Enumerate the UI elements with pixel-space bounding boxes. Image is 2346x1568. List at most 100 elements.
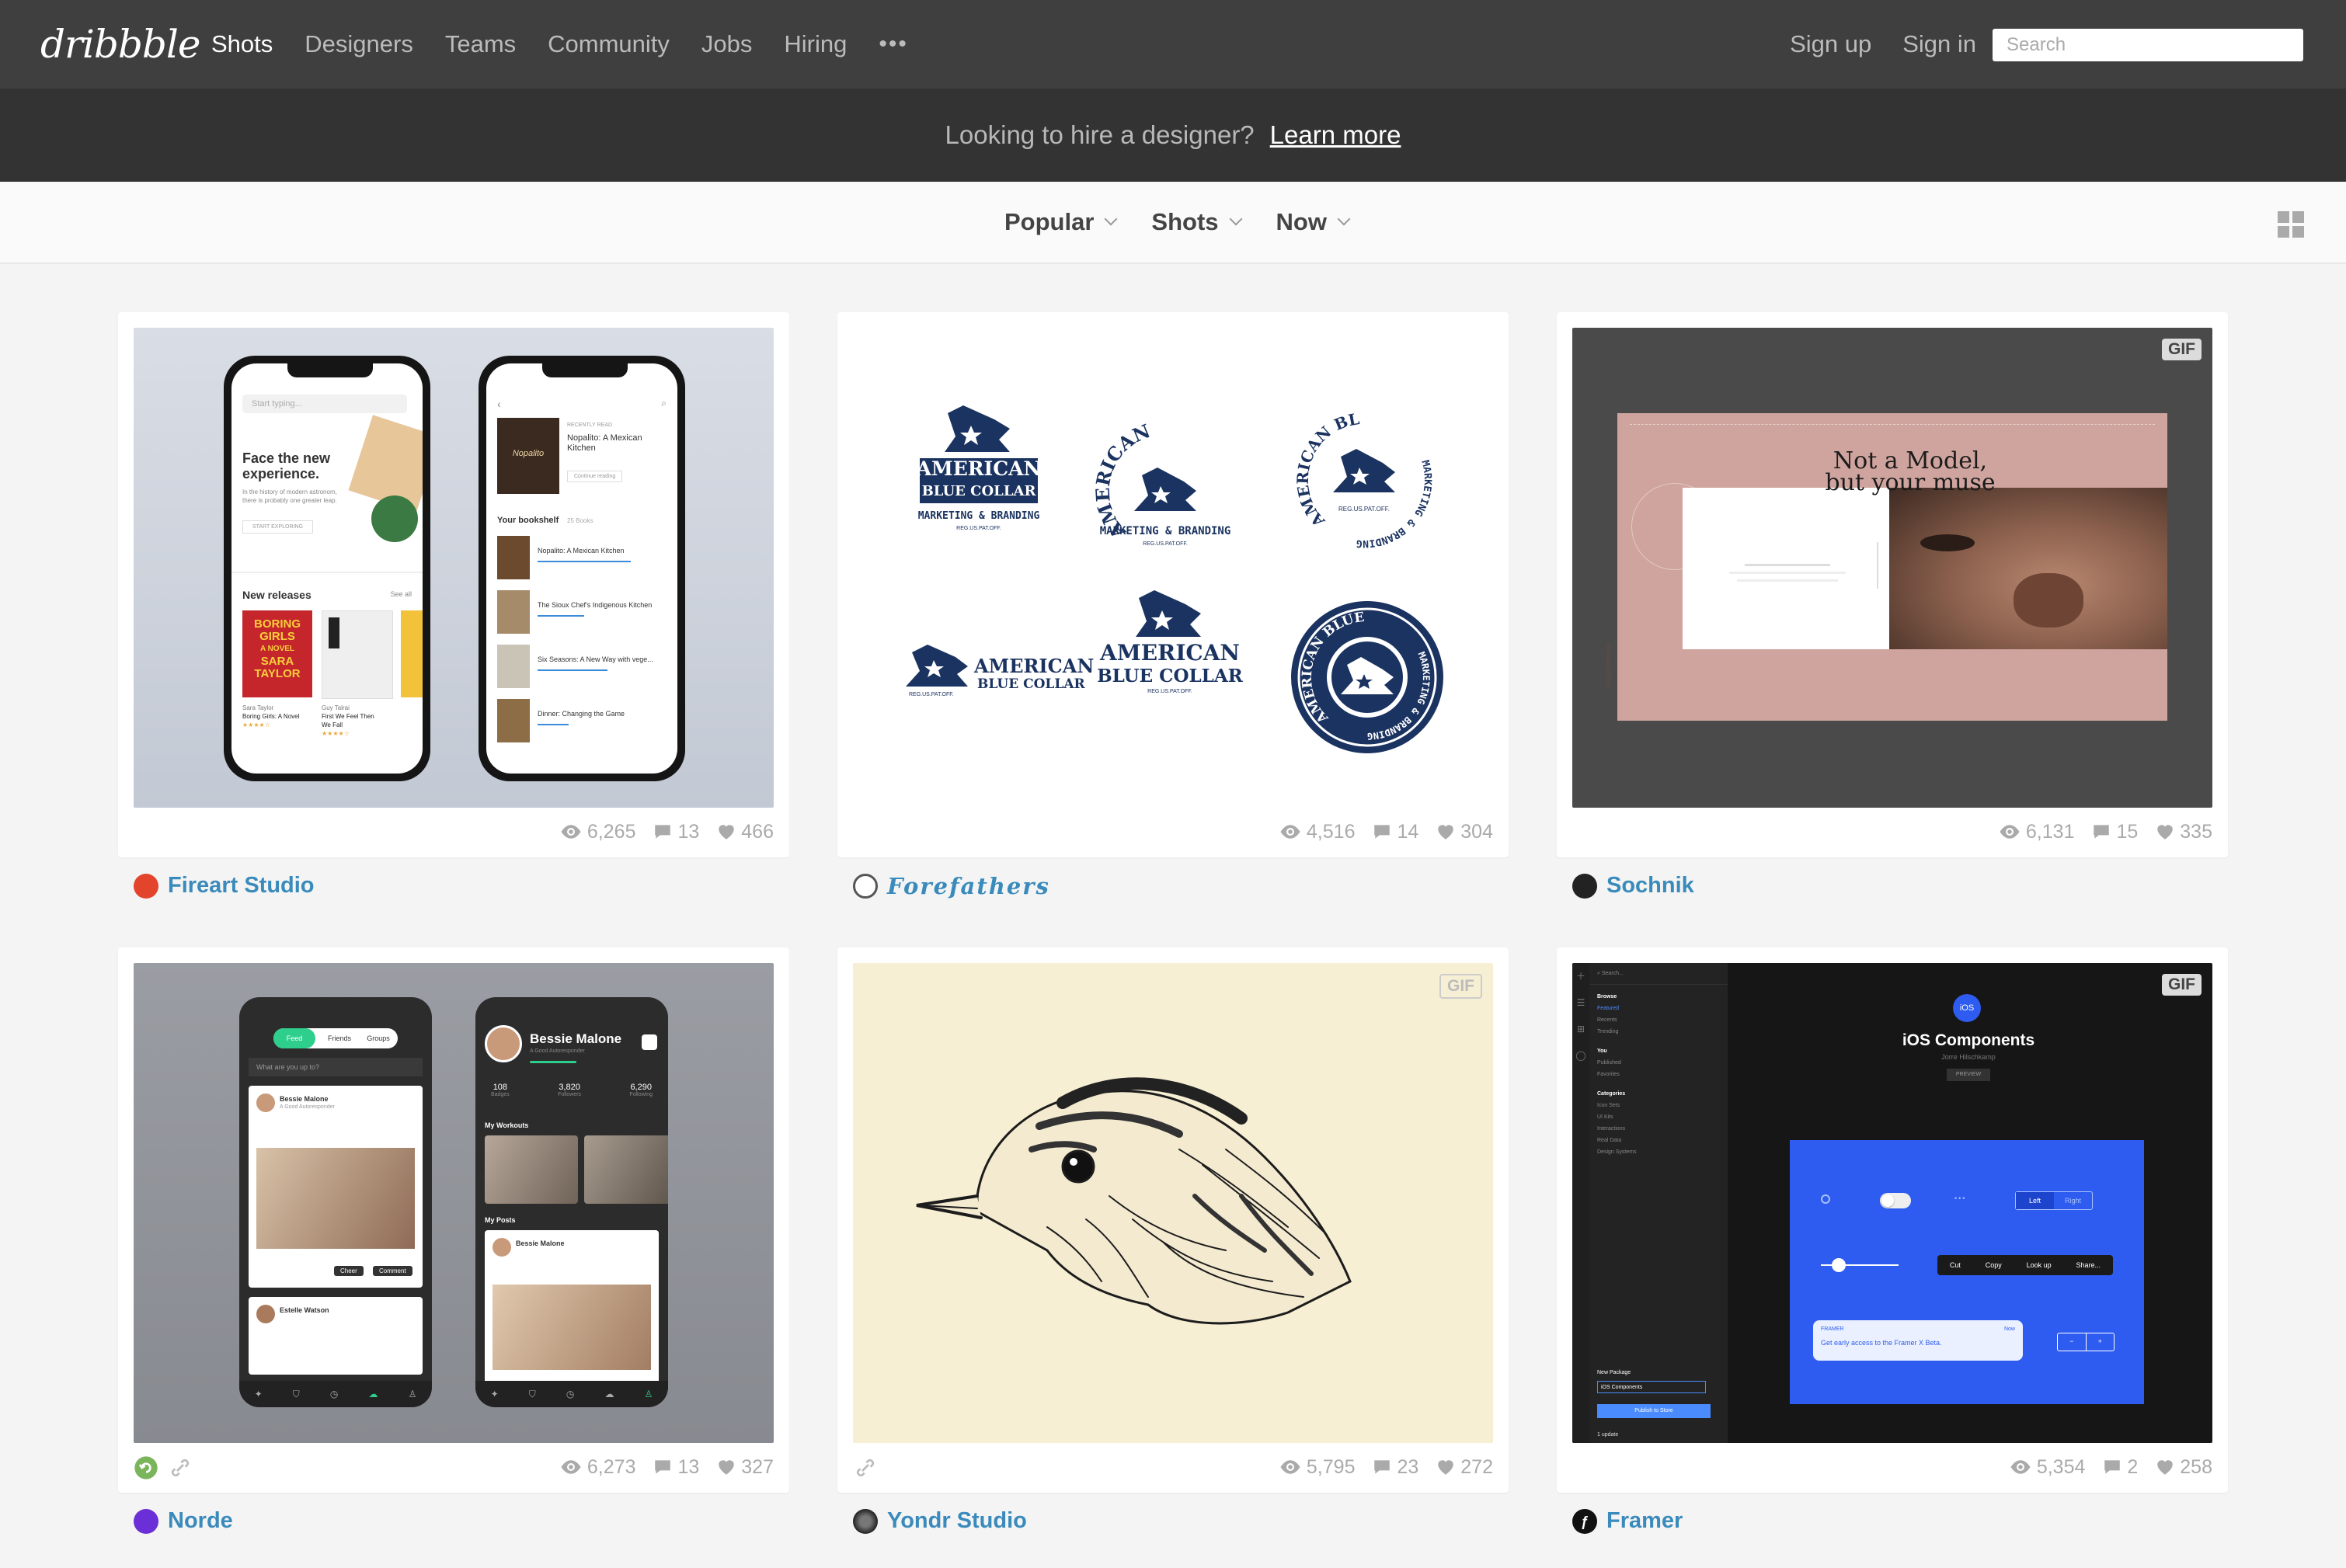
shot-author[interactable]: Forefathers xyxy=(853,873,1050,899)
filter-timeframe-dropdown[interactable]: Now xyxy=(1276,208,1351,236)
likes-count[interactable]: 335 xyxy=(2155,821,2212,843)
likes-count[interactable]: 304 xyxy=(1436,821,1493,843)
back-arrow-icon: ‹ xyxy=(497,398,501,410)
profile-stats: 108 Badges 3,820 Followers 6,290 Following xyxy=(491,1083,653,1097)
toggle-switch xyxy=(1880,1193,1911,1208)
auth-links: Sign up Sign in xyxy=(1759,0,1976,89)
stepper-control: − + xyxy=(2057,1333,2115,1351)
book-cover xyxy=(322,610,393,699)
preview-button: PREVIEW xyxy=(1947,1069,1990,1081)
svg-text:AMERICAN: AMERICAN xyxy=(973,655,1094,677)
gif-badge: GIF xyxy=(1439,974,1482,999)
phone-mockup-left: Feed Friends Groups What are you up to? … xyxy=(239,997,432,1407)
grid-view-icon[interactable] xyxy=(2278,211,2304,238)
nav-hiring[interactable]: Hiring xyxy=(784,30,847,58)
shot-stats: 6,273 13 327 xyxy=(542,1455,774,1479)
views-count: 6,273 xyxy=(559,1455,635,1479)
eye-icon xyxy=(1279,820,1302,843)
author-name: Framer xyxy=(1606,1508,1683,1533)
banner-text: Looking to hire a designer? xyxy=(945,120,1255,149)
package-title: iOS Components xyxy=(1902,1031,2035,1049)
heart-icon xyxy=(2155,1457,2175,1477)
attachment-icon[interactable] xyxy=(853,1455,878,1480)
nav-jobs[interactable]: Jobs xyxy=(701,30,752,58)
attachment-icon[interactable] xyxy=(168,1455,193,1480)
shot-thumbnail[interactable]: ＋ ☰ ⊞ ◯ ⌕ Search... Browse Featured Recents… xyxy=(1572,963,2212,1443)
plant-illustration xyxy=(371,495,418,542)
comment-icon xyxy=(653,1457,673,1477)
nav-community[interactable]: Community xyxy=(548,30,670,58)
filter-label: Now xyxy=(1276,208,1327,235)
filter-shots-dropdown[interactable]: Shots xyxy=(1151,208,1243,236)
more-menu-icon[interactable]: ••• xyxy=(879,31,908,57)
views-count: 5,795 xyxy=(1279,1455,1355,1479)
shot-thumbnail[interactable]: Feed Friends Groups What are you up to? … xyxy=(134,963,774,1443)
sign-up-link[interactable]: Sign up xyxy=(1790,30,1871,58)
author-name: Yondr Studio xyxy=(887,1508,1027,1533)
comments-count[interactable]: 2 xyxy=(2102,1456,2138,1479)
tab-bar: ✦ ⛉ ◷ ☁ ♙ xyxy=(475,1381,668,1407)
comment-icon xyxy=(1372,1457,1392,1477)
gif-badge: GIF xyxy=(2162,339,2202,360)
rebound-icon[interactable] xyxy=(134,1455,158,1480)
svg-text:REG.US.PAT.OFF.: REG.US.PAT.OFF. xyxy=(1338,506,1390,513)
svg-text:BLUE COLLAR: BLUE COLLAR xyxy=(977,676,1086,692)
filter-popular-dropdown[interactable]: Popular xyxy=(1004,208,1118,236)
avatar xyxy=(853,874,878,899)
comment-icon xyxy=(653,822,673,842)
comments-count[interactable]: 13 xyxy=(653,1456,699,1479)
sign-in-link[interactable]: Sign in xyxy=(1902,30,1976,58)
shot-thumbnail[interactable]: Not a Model, but your muse Social Network… xyxy=(1572,328,2212,808)
avatar xyxy=(134,1508,158,1534)
search-input[interactable] xyxy=(1993,29,2303,61)
shot-stats: 5,795 23 272 xyxy=(1262,1455,1493,1479)
shot-meta-icons xyxy=(134,1455,202,1480)
heart-icon xyxy=(2155,822,2175,842)
workout-thumbnail xyxy=(584,1135,668,1204)
svg-text:BLUE COLLAR: BLUE COLLAR xyxy=(922,483,1037,499)
components-preview: ••• Left Right Cut Copy Look up Share... FR… xyxy=(1790,1140,2144,1404)
comments-count[interactable]: 15 xyxy=(2091,821,2138,843)
comment-icon xyxy=(2091,822,2111,842)
shot-stats: 5,354 2 258 xyxy=(1992,1455,2212,1479)
shot-author[interactable]: ƒ Framer xyxy=(1572,1508,1683,1534)
likes-count[interactable]: 258 xyxy=(2155,1456,2212,1479)
hire-banner: Looking to hire a designer? Learn more xyxy=(0,89,2346,182)
phone-mockup-right: ‹ ⌕ Nopalito RECENTLY READ Nopalito: A M… xyxy=(479,356,685,781)
nav-shots[interactable]: Shots xyxy=(211,30,273,58)
comments-count[interactable]: 13 xyxy=(653,821,699,843)
shot-thumbnail[interactable]: Start typing... Face the new experience. … xyxy=(134,328,774,808)
shot-author[interactable]: Yondr Studio xyxy=(853,1508,1027,1534)
feed-post: Bessie Malone A Good Autoresponder Cheer… xyxy=(249,1086,423,1288)
shot-thumbnail[interactable]: AMERICAN BLUE COLLAR MARKETING & BRANDIN… xyxy=(853,328,1493,808)
dribbble-logo[interactable]: dribbble xyxy=(40,17,201,71)
gif-badge: GIF xyxy=(2162,974,2202,996)
shot-meta-icons xyxy=(853,1455,887,1480)
likes-count[interactable]: 327 xyxy=(716,1456,774,1479)
likes-count[interactable]: 466 xyxy=(716,821,774,843)
comments-count[interactable]: 14 xyxy=(1372,821,1418,843)
svg-text:AMERICAN: AMERICAN xyxy=(1099,640,1240,666)
comments-count[interactable]: 23 xyxy=(1372,1456,1418,1479)
shot-card: AMERICAN BLUE COLLAR MARKETING & BRANDIN… xyxy=(837,312,1509,857)
tab-feed: Feed xyxy=(273,1028,315,1048)
eye-icon xyxy=(559,1455,583,1479)
shot-author[interactable]: Sochnik xyxy=(1572,873,1694,899)
views-count: 5,354 xyxy=(2009,1455,2085,1479)
likes-count[interactable]: 272 xyxy=(1436,1456,1493,1479)
search-icon: ⌕ xyxy=(661,398,667,409)
avatar xyxy=(1572,873,1597,899)
shot-author[interactable]: Norde xyxy=(134,1508,233,1534)
nav-teams[interactable]: Teams xyxy=(445,30,516,58)
edit-menu: Cut Copy Look up Share... xyxy=(1937,1255,2113,1275)
book-cover: Nopalito xyxy=(497,418,559,494)
avatar xyxy=(853,1508,878,1534)
comment-icon xyxy=(2102,1457,2122,1477)
book-cover: BORING GIRLS A NOVEL SARA TAYLOR xyxy=(242,610,312,697)
shot-card: GIF 5,795 23 272 xyxy=(837,947,1509,1493)
learn-more-link[interactable]: Learn more xyxy=(1270,120,1401,150)
shot-thumbnail[interactable]: GIF xyxy=(853,963,1493,1443)
author-name: Fireart Studio xyxy=(168,873,315,898)
shot-author[interactable]: Fireart Studio xyxy=(134,873,315,899)
nav-designers[interactable]: Designers xyxy=(305,30,413,58)
